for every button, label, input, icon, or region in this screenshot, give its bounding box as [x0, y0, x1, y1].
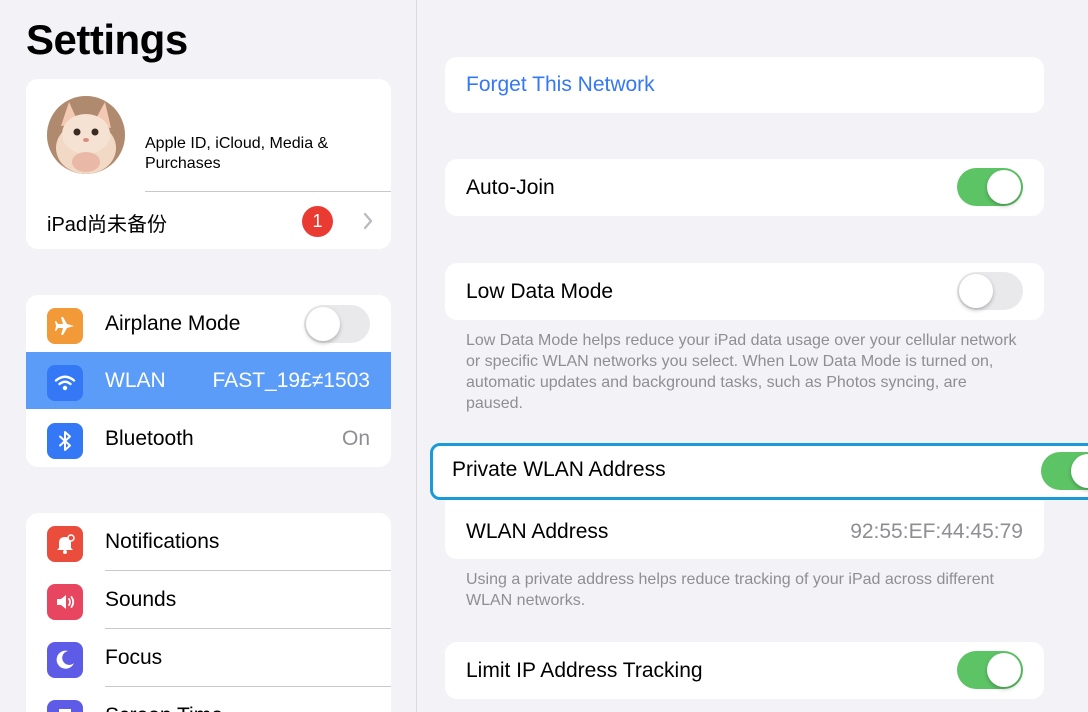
page-title: Settings [26, 16, 188, 63]
wlan-detail-pane: Forget This Network Auto-Join Low Data M… [417, 0, 1088, 712]
sidebar-item-label: WLAN [105, 369, 166, 392]
low-data-mode-label: Low Data Mode [466, 280, 614, 303]
sidebar-item-sounds[interactable]: Sounds [26, 571, 391, 628]
private-wlan-address-toggle[interactable] [1041, 452, 1088, 490]
sidebar-item-wlan[interactable]: WLAN FAST_19£≠1503 [26, 352, 391, 409]
bluetooth-status: On [341, 427, 370, 450]
auto-join-toggle[interactable] [957, 168, 1023, 206]
private-address-group: Private WLAN Address WLAN Address 92:55:… [430, 443, 1088, 559]
sidebar-item-label: Screen Time [105, 704, 223, 712]
limit-ip-tracking-toggle[interactable] [957, 651, 1023, 689]
auto-join-label: Auto-Join [466, 176, 555, 199]
sidebar-item-bluetooth[interactable]: Bluetooth On [26, 410, 391, 467]
auto-join-row: Auto-Join [445, 159, 1044, 216]
sidebar-item-label: Bluetooth [105, 427, 194, 450]
private-wlan-address-row: Private WLAN Address [430, 443, 1088, 500]
sidebar-item-label: Airplane Mode [105, 312, 241, 335]
wlan-address-label: WLAN Address [466, 520, 609, 543]
sidebar-item-notifications[interactable]: Notifications [26, 513, 391, 570]
bell-icon [47, 526, 83, 562]
wlan-address-value: 92:55:EF:44:45:79 [850, 520, 1023, 543]
settings-sidebar: Settings Apple ID, iCloud, Media & Purch… [0, 0, 417, 712]
low-data-footnote: Low Data Mode helps reduce your iPad dat… [466, 332, 1017, 412]
low-data-mode-toggle[interactable] [957, 272, 1023, 310]
general-group: Notifications Sounds Focus Screen Time [26, 513, 391, 712]
forget-network-button[interactable]: Forget This Network [445, 57, 1044, 113]
sidebar-item-label: Notifications [105, 530, 220, 553]
airplane-icon [47, 308, 83, 344]
sidebar-item-label: Sounds [105, 588, 177, 611]
speaker-icon [47, 584, 83, 620]
chevron-right-icon [356, 209, 380, 233]
apple-id-label[interactable]: Apple ID, iCloud, Media & Purchases [145, 134, 365, 174]
avatar[interactable] [47, 96, 125, 174]
backup-label: iPad尚未备份 [47, 214, 168, 236]
private-wlan-address-label: Private WLAN Address [452, 458, 666, 481]
profile-card: Apple ID, iCloud, Media & Purchases iPad… [26, 79, 391, 249]
forget-network-label: Forget This Network [466, 73, 655, 96]
hourglass-icon [47, 700, 83, 712]
limit-ip-tracking-label: Limit IP Address Tracking [466, 659, 703, 682]
bluetooth-icon [47, 423, 83, 459]
wifi-icon [47, 365, 83, 401]
connectivity-group: Airplane Mode WLAN FAST_19£≠1503 Bluetoo… [26, 295, 391, 467]
low-data-mode-row: Low Data Mode [445, 263, 1044, 320]
moon-icon [47, 642, 83, 678]
airplane-mode-toggle[interactable] [304, 305, 370, 343]
sidebar-item-airplane-mode[interactable]: Airplane Mode [26, 295, 391, 352]
sidebar-item-label: Focus [105, 646, 163, 669]
sidebar-item-screen-time[interactable]: Screen Time [26, 687, 391, 712]
backup-warning-row[interactable]: iPad尚未备份 1 [26, 192, 391, 249]
limit-ip-tracking-row: Limit IP Address Tracking [445, 642, 1044, 699]
notification-badge: 1 [302, 206, 333, 237]
private-address-footnote: Using a private address helps reduce tra… [466, 571, 994, 609]
sidebar-item-focus[interactable]: Focus [26, 629, 391, 686]
wlan-network-name: FAST_19£≠1503 [212, 369, 370, 392]
